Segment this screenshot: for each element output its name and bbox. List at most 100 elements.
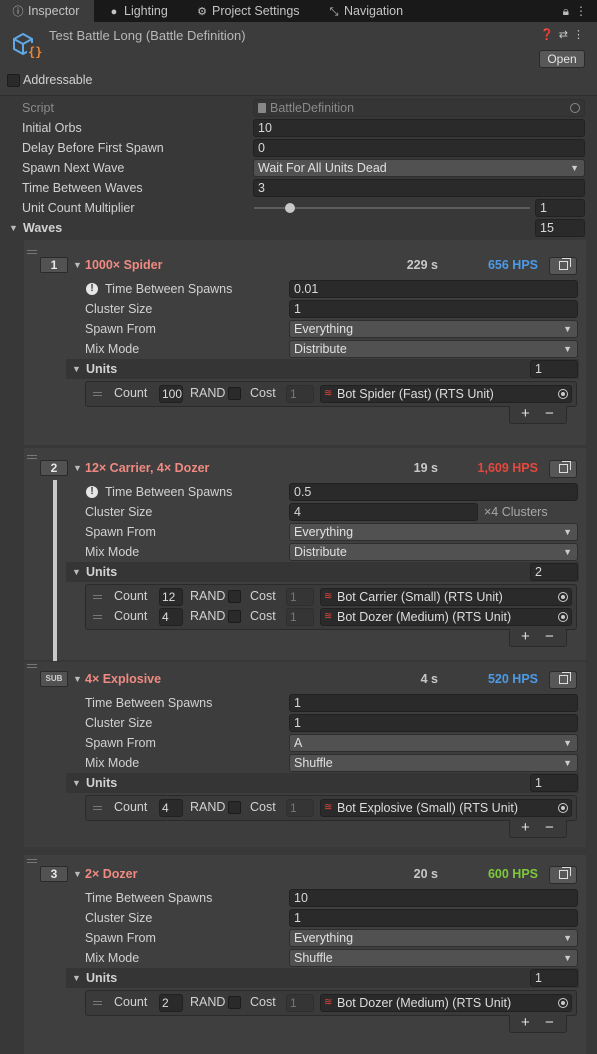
time-between-spawns-field[interactable]: 0.5 xyxy=(289,483,578,501)
count-field[interactable]: 4 xyxy=(159,799,183,817)
copy-wave-button[interactable] xyxy=(549,257,577,275)
drag-handle-icon[interactable] xyxy=(93,615,102,619)
drag-handle-icon[interactable] xyxy=(27,859,37,863)
mix-mode-dropdown[interactable]: Distribute ▼ xyxy=(289,543,578,561)
object-picker-icon[interactable] xyxy=(558,803,568,813)
object-picker-icon[interactable] xyxy=(558,612,568,622)
units-count-field[interactable]: 1 xyxy=(530,969,578,987)
mix-mode-dropdown[interactable]: Shuffle ▼ xyxy=(289,949,578,967)
unit-row: Count 2 RAND Cost 1 ≋ Bot Dozer (Medium) … xyxy=(86,993,576,1013)
rts-unit-icon: ≋ xyxy=(324,388,333,399)
count-field[interactable]: 1000 xyxy=(159,385,183,403)
object-picker-icon[interactable] xyxy=(558,389,568,399)
foldout-arrow-icon[interactable]: ▼ xyxy=(72,567,81,577)
unit-object-field[interactable]: ≋ Bot Dozer (Medium) (RTS Unit) xyxy=(320,994,572,1012)
units-count-field[interactable]: 2 xyxy=(530,563,578,581)
add-button[interactable]: + xyxy=(521,629,530,645)
lock-icon[interactable]: 🔒︎ xyxy=(563,4,575,18)
foldout-arrow-icon[interactable]: ▼ xyxy=(73,260,82,270)
delay-field[interactable]: 0 xyxy=(253,139,585,157)
cluster-size-field[interactable]: 4 xyxy=(289,503,478,521)
time-between-spawns-field[interactable]: 0.01 xyxy=(289,280,578,298)
bulb-icon: ● xyxy=(110,6,118,18)
cluster-count-note: ×4 Clusters xyxy=(484,505,548,519)
spawn-from-dropdown[interactable]: Everything ▼ xyxy=(289,929,578,947)
rand-checkbox[interactable] xyxy=(228,610,241,623)
spawn-from-dropdown[interactable]: Everything ▼ xyxy=(289,523,578,541)
add-button[interactable]: + xyxy=(521,406,530,422)
object-picker-icon[interactable] xyxy=(558,592,568,602)
rand-checkbox[interactable] xyxy=(228,996,241,1009)
foldout-arrow-icon[interactable]: ▼ xyxy=(9,223,18,233)
unit-object-field[interactable]: ≋ Bot Spider (Fast) (RTS Unit) xyxy=(320,385,572,403)
help-icon[interactable]: ❓ xyxy=(540,29,559,41)
wave-index-badge: 2 xyxy=(40,460,68,476)
drag-handle-icon[interactable] xyxy=(93,595,102,599)
dropdown-arrow-icon: ▼ xyxy=(563,933,572,943)
spawn-from-label: Spawn From xyxy=(85,931,156,945)
time-between-spawns-field[interactable]: 10 xyxy=(289,889,578,907)
object-picker-icon xyxy=(570,103,580,113)
cluster-size-field[interactable]: 1 xyxy=(289,909,578,927)
tab-inspector[interactable]: ⓘ Inspector xyxy=(0,0,94,22)
drag-handle-icon[interactable] xyxy=(27,250,37,254)
remove-button[interactable]: − xyxy=(545,629,554,645)
waves-count-field[interactable]: 15 xyxy=(535,219,585,237)
preset-icon[interactable]: ⇄ xyxy=(559,29,573,41)
foldout-arrow-icon[interactable]: ▼ xyxy=(73,463,82,473)
drag-handle-icon[interactable] xyxy=(27,455,37,459)
foldout-arrow-icon[interactable]: ▼ xyxy=(72,364,81,374)
count-field[interactable]: 2 xyxy=(159,994,183,1012)
dropdown-arrow-icon: ▼ xyxy=(563,758,572,768)
drag-handle-icon[interactable] xyxy=(93,1001,102,1005)
slider-handle[interactable] xyxy=(284,203,295,213)
kebab-menu-icon[interactable]: ⋮ xyxy=(575,4,593,18)
unit-object-field[interactable]: ≋ Bot Dozer (Medium) (RTS Unit) xyxy=(320,608,572,626)
time-between-waves-field[interactable]: 3 xyxy=(253,179,585,197)
foldout-arrow-icon[interactable]: ▼ xyxy=(72,778,81,788)
spawn-next-label: Spawn Next Wave xyxy=(22,161,125,175)
tab-project-settings[interactable]: ⚙ Project Settings xyxy=(192,0,320,22)
cluster-size-field[interactable]: 1 xyxy=(289,714,578,732)
unit-count-multiplier-field[interactable]: 1 xyxy=(535,199,585,217)
mix-mode-dropdown[interactable]: Shuffle ▼ xyxy=(289,754,578,772)
units-count-field[interactable]: 1 xyxy=(530,774,578,792)
rand-checkbox[interactable] xyxy=(228,590,241,603)
spawn-from-dropdown[interactable]: Everything ▼ xyxy=(289,320,578,338)
kebab-menu-icon[interactable]: ⋮ xyxy=(573,29,589,41)
drag-handle-icon[interactable] xyxy=(93,806,102,810)
rand-checkbox[interactable] xyxy=(228,387,241,400)
initial-orbs-field[interactable]: 10 xyxy=(253,119,585,137)
count-field[interactable]: 4 xyxy=(159,608,183,626)
object-picker-icon[interactable] xyxy=(558,998,568,1008)
add-button[interactable]: + xyxy=(521,820,530,836)
spawn-next-dropdown[interactable]: Wait For All Units Dead ▼ xyxy=(253,159,585,177)
drag-handle-icon[interactable] xyxy=(93,392,102,396)
copy-wave-button[interactable] xyxy=(549,671,577,689)
info-icon: ⓘ xyxy=(12,6,24,18)
copy-wave-button[interactable] xyxy=(549,866,577,884)
tab-navigation[interactable]: ⤡ Navigation xyxy=(324,0,424,22)
rand-checkbox[interactable] xyxy=(228,801,241,814)
copy-wave-button[interactable] xyxy=(549,460,577,478)
foldout-arrow-icon[interactable]: ▼ xyxy=(73,674,82,684)
count-field[interactable]: 12 xyxy=(159,588,183,606)
remove-button[interactable]: − xyxy=(545,406,554,422)
remove-button[interactable]: − xyxy=(545,1015,554,1031)
units-count-field[interactable]: 1 xyxy=(530,360,578,378)
unit-count-multiplier-slider[interactable] xyxy=(254,207,530,209)
tab-lighting[interactable]: ● Lighting xyxy=(104,0,184,22)
spawn-from-dropdown[interactable]: A ▼ xyxy=(289,734,578,752)
unit-object-field[interactable]: ≋ Bot Carrier (Small) (RTS Unit) xyxy=(320,588,572,606)
addressable-checkbox[interactable] xyxy=(7,74,20,87)
time-between-spawns-field[interactable]: 1 xyxy=(289,694,578,712)
mix-mode-dropdown[interactable]: Distribute ▼ xyxy=(289,340,578,358)
foldout-arrow-icon[interactable]: ▼ xyxy=(73,869,82,879)
open-button[interactable]: Open xyxy=(539,50,585,68)
remove-button[interactable]: − xyxy=(545,820,554,836)
drag-handle-icon[interactable] xyxy=(27,664,37,668)
cluster-size-field[interactable]: 1 xyxy=(289,300,578,318)
unit-object-field[interactable]: ≋ Bot Explosive (Small) (RTS Unit) xyxy=(320,799,572,817)
foldout-arrow-icon[interactable]: ▼ xyxy=(72,973,81,983)
add-button[interactable]: + xyxy=(521,1015,530,1031)
